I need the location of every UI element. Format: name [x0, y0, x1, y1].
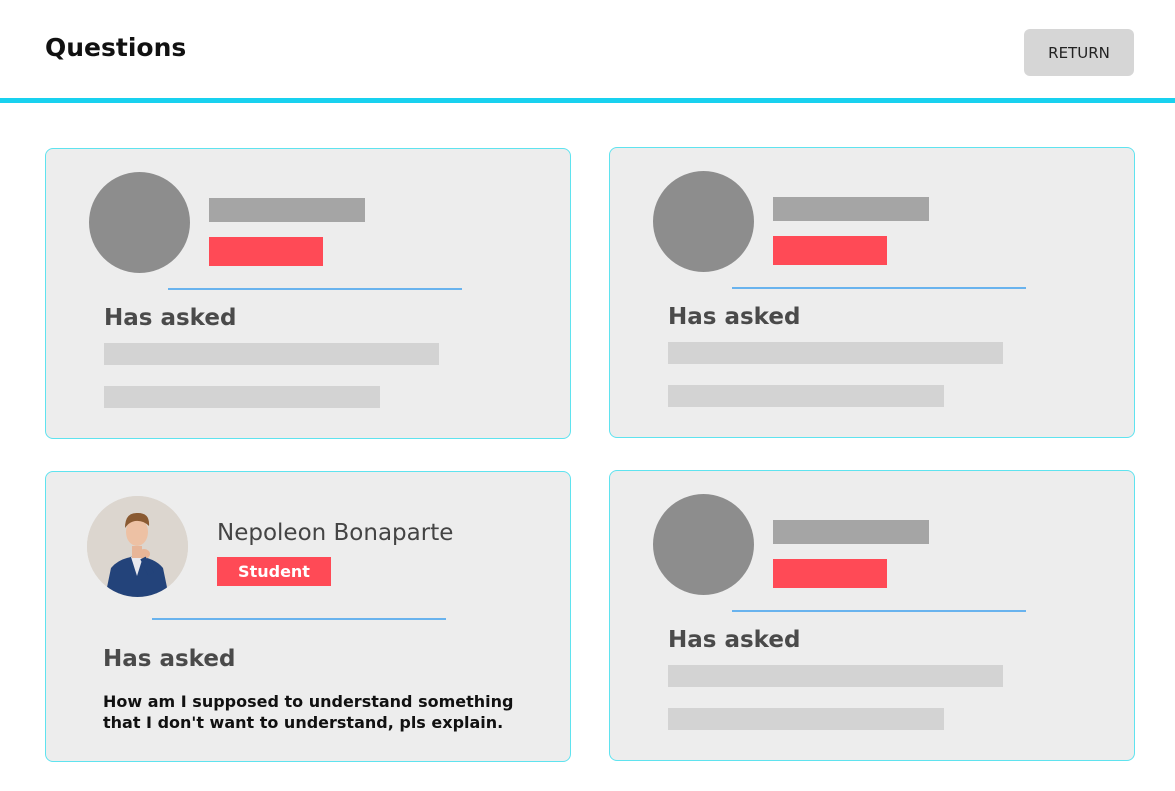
header: Questions RETURN — [0, 0, 1175, 103]
avatar-placeholder — [653, 494, 754, 595]
question-placeholder-line — [668, 665, 1003, 687]
card-divider — [152, 618, 446, 620]
avatar-placeholder — [89, 172, 190, 273]
question-card[interactable]: Has asked — [609, 147, 1135, 438]
has-asked-label: Has asked — [668, 627, 801, 653]
name-placeholder — [773, 520, 929, 544]
question-card[interactable]: Nepoleon Bonaparte Student Has asked How… — [45, 471, 571, 762]
question-placeholder-line — [104, 386, 380, 408]
card-divider — [732, 287, 1026, 289]
page-title: Questions — [45, 33, 187, 62]
has-asked-label: Has asked — [668, 304, 801, 330]
has-asked-label: Has asked — [103, 646, 236, 672]
question-text: How am I supposed to understand somethin… — [103, 692, 514, 732]
question-placeholder-line — [668, 342, 1003, 364]
name-placeholder — [773, 197, 929, 221]
question-card[interactable]: Has asked — [45, 148, 571, 439]
card-divider — [732, 610, 1026, 612]
question-card[interactable]: Has asked — [609, 470, 1135, 761]
question-placeholder-line — [104, 343, 439, 365]
person-photo-icon — [87, 496, 188, 597]
role-placeholder — [209, 237, 323, 266]
user-name: Nepoleon Bonaparte — [217, 520, 454, 546]
role-placeholder — [773, 236, 887, 265]
return-button[interactable]: RETURN — [1024, 29, 1134, 76]
name-placeholder — [209, 198, 365, 222]
has-asked-label: Has asked — [104, 305, 237, 331]
role-placeholder — [773, 559, 887, 588]
role-badge: Student — [217, 557, 331, 586]
user-avatar — [87, 496, 188, 597]
header-divider — [0, 98, 1175, 103]
avatar-placeholder — [653, 171, 754, 272]
question-placeholder-line — [668, 385, 944, 407]
question-placeholder-line — [668, 708, 944, 730]
card-divider — [168, 288, 462, 290]
